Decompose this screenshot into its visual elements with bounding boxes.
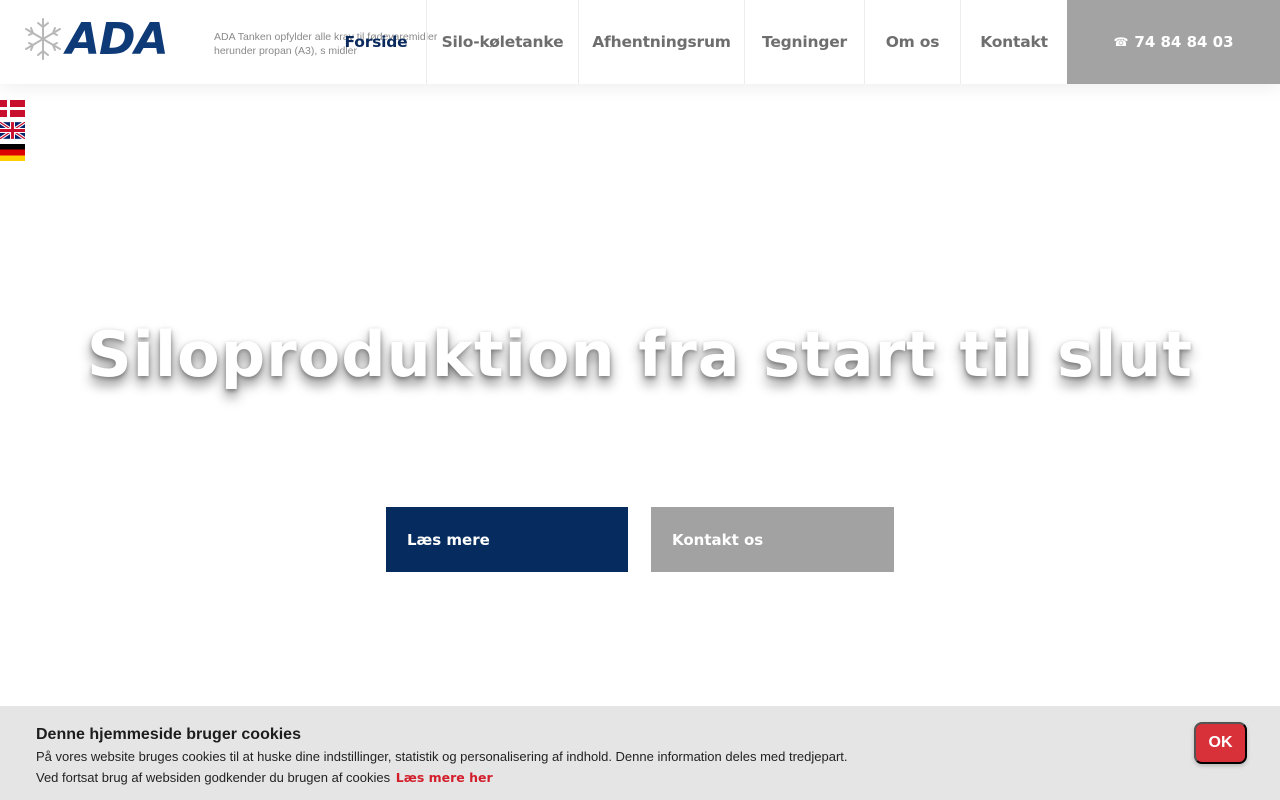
cookie-ok-button[interactable]: OK: [1194, 722, 1247, 764]
ada-logo[interactable]: ADA: [22, 14, 204, 66]
cookie-consent-label: Ved fortsat brug af websiden godkender d…: [36, 770, 391, 785]
danish-flag-icon[interactable]: [0, 100, 25, 117]
cookie-description: På vores website bruges cookies til at h…: [36, 749, 848, 764]
nav-item-om-os[interactable]: Om os: [865, 0, 961, 84]
main-nav: Forside Silo-køletanke Afhentningsrum Te…: [326, 0, 1067, 84]
language-switcher: [0, 100, 25, 166]
read-more-button[interactable]: Læs mere: [386, 507, 628, 572]
contact-us-button[interactable]: Kontakt os: [651, 507, 894, 572]
cookie-title: Denne hjemmeside bruger cookies: [36, 726, 301, 743]
nav-item-kontakt[interactable]: Kontakt: [961, 0, 1067, 84]
nav-item-tegninger[interactable]: Tegninger: [745, 0, 865, 84]
nav-item-forside[interactable]: Forside: [326, 0, 427, 84]
cookie-read-more-link[interactable]: Læs mere her: [396, 770, 493, 785]
logo-text: ADA: [66, 14, 169, 65]
phone-button[interactable]: ☎ 74 84 84 03: [1067, 0, 1280, 84]
snowflake-drop-icon: [22, 13, 64, 67]
nav-item-silo-koletanke[interactable]: Silo-køletanke: [427, 0, 579, 84]
cookie-consent-text: Ved fortsat brug af websiden godkender d…: [36, 770, 493, 785]
hero-title: Siloproduktion fra start til slut: [86, 318, 1194, 391]
phone-icon: ☎: [1113, 35, 1129, 49]
site-header: ADA ADA Tanken opfylder alle krav til fø…: [0, 0, 1280, 84]
german-flag-icon[interactable]: [0, 144, 25, 161]
nav-item-afhentningsrum[interactable]: Afhentningsrum: [579, 0, 745, 84]
phone-number: 74 84 84 03: [1134, 33, 1234, 51]
english-flag-icon[interactable]: [0, 122, 25, 139]
cookie-banner: Denne hjemmeside bruger cookies På vores…: [0, 706, 1280, 800]
